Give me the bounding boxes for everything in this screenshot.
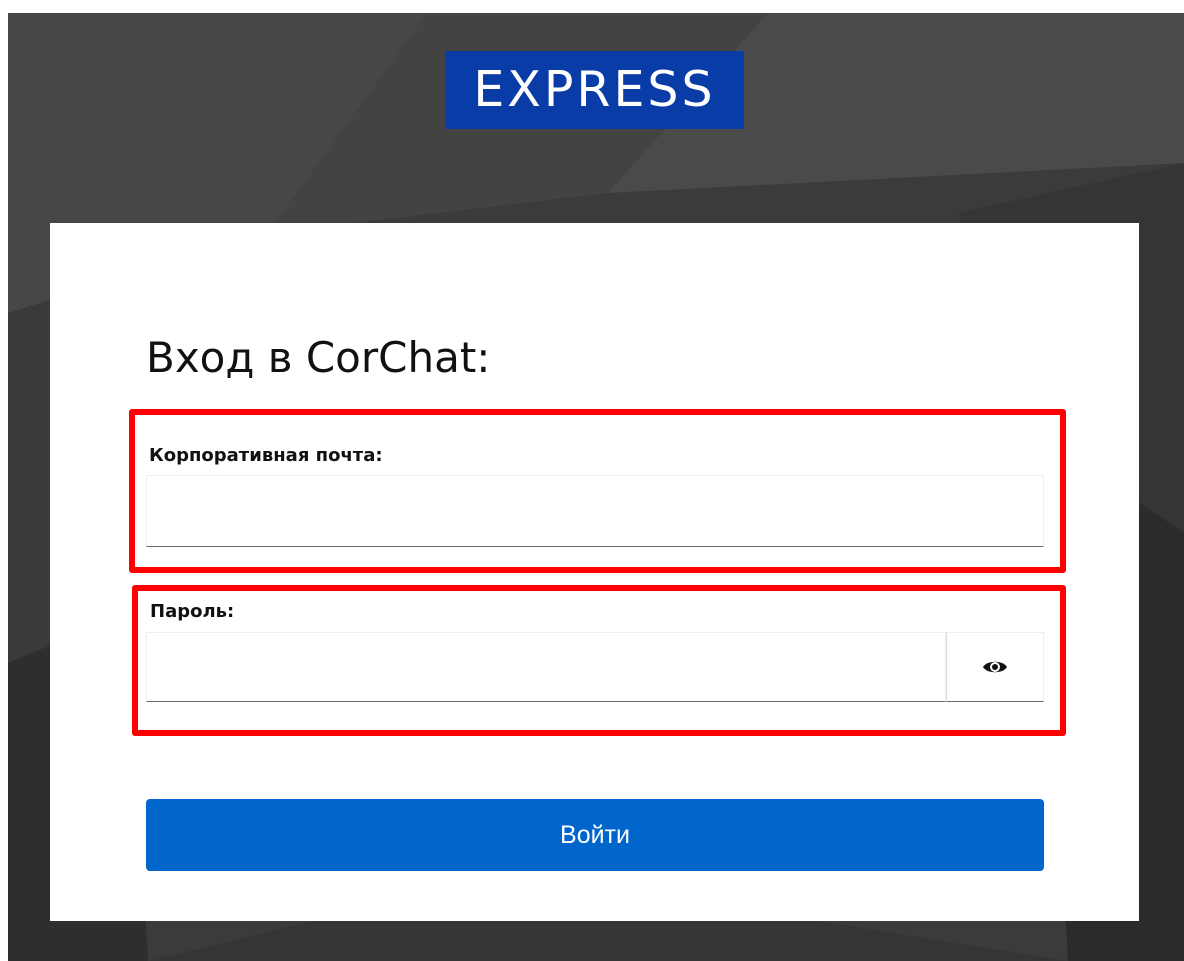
express-logo: EXPRESS bbox=[445, 51, 744, 129]
background: EXPRESS Вход в CorChat: Корпоративная по… bbox=[8, 13, 1184, 961]
login-button[interactable]: Войти bbox=[146, 799, 1044, 871]
show-password-button[interactable] bbox=[946, 632, 1044, 702]
page: EXPRESS Вход в CorChat: Корпоративная по… bbox=[0, 0, 1184, 961]
email-label: Корпоративная почта: bbox=[149, 445, 383, 466]
email-input[interactable] bbox=[146, 475, 1044, 547]
password-input[interactable] bbox=[146, 632, 946, 702]
eye-icon bbox=[983, 661, 1007, 673]
login-title: Вход в CorChat: bbox=[146, 333, 491, 382]
login-card: Вход в CorChat: Корпоративная почта: Пар… bbox=[50, 223, 1139, 921]
password-label: Пароль: bbox=[150, 601, 235, 622]
